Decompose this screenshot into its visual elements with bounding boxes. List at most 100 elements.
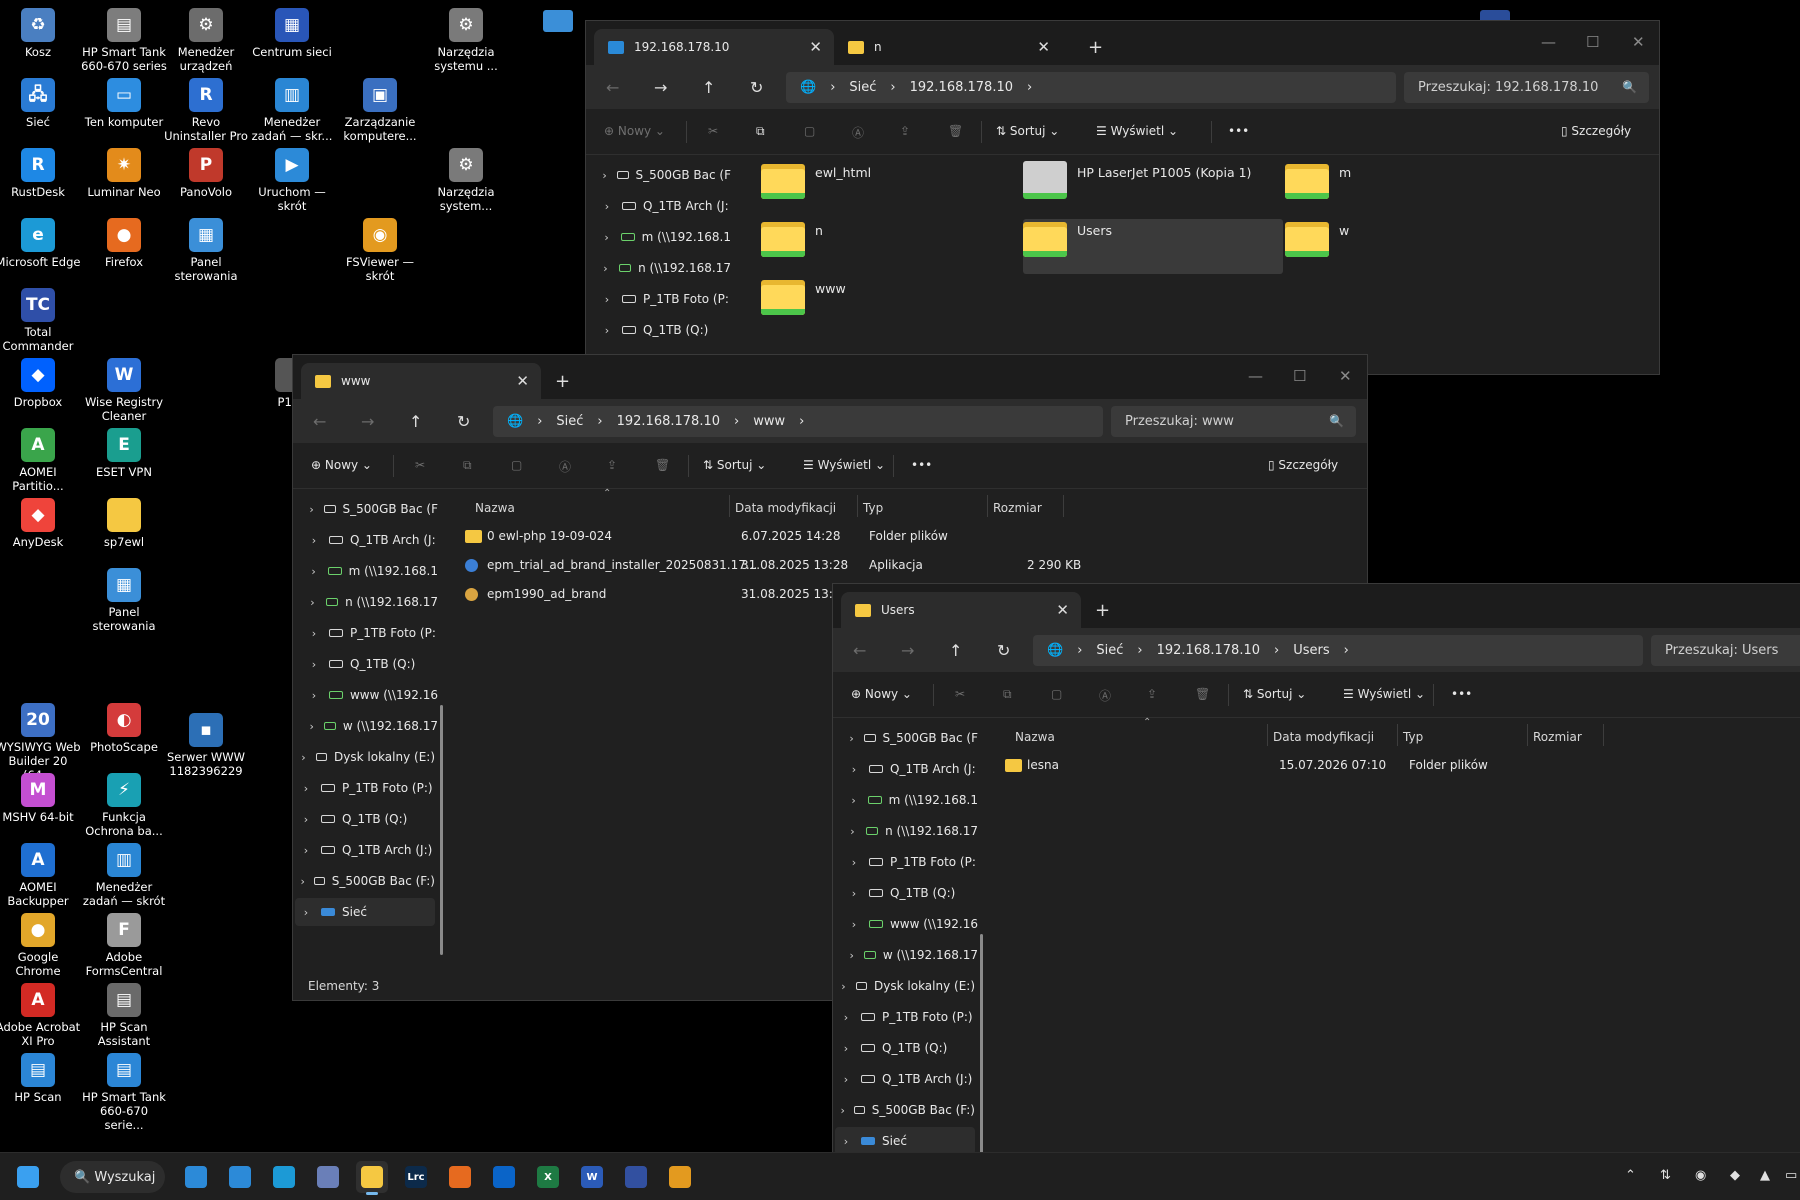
column-header[interactable]: Rozmiar [1533,730,1582,744]
desktop-shortcut[interactable]: ▭ Ten komputer [80,78,168,129]
delete-icon[interactable]: 🗑 [948,124,963,138]
desktop-shortcut[interactable]: sp7ewl [80,498,168,549]
lightroom-icon[interactable]: Lrc [400,1161,432,1193]
new-button[interactable]: ⊕ Nowy ⌄ [851,687,912,701]
outlook-icon[interactable] [488,1161,520,1193]
chevron-right-icon[interactable]: › [835,1042,857,1055]
chevron-right-icon[interactable]: › [596,231,617,244]
nav-item[interactable]: › Q_1TB (Q:) [835,1034,975,1062]
word-icon[interactable]: W [576,1161,608,1193]
tab-www[interactable]: www ✕ [301,363,541,399]
new-button[interactable]: ⊕ Nowy ⌄ [604,124,665,138]
view-button[interactable]: ☰ Wyświetl ⌄ [803,458,885,472]
breadcrumb-item[interactable]: 192.168.178.10 [617,414,720,429]
nav-item[interactable]: › Dysk lokalny (E:) [295,743,435,771]
edge-icon[interactable] [268,1161,300,1193]
firefox-icon[interactable] [444,1161,476,1193]
desktop-shortcut[interactable]: ⚡ Funkcja Ochrona ba... [80,773,168,838]
nav-item[interactable]: › n (\\192.168.17 [303,588,438,616]
desktop-shortcut[interactable]: ◆ Dropbox [0,358,82,409]
column-separator[interactable] [857,495,858,517]
cut-icon[interactable]: ✂ [955,687,965,701]
folder-tile[interactable]: ewl_html [761,161,1021,216]
details-button[interactable]: ▯ Szczegóły [1561,124,1631,138]
tray-app-icon[interactable]: ◉ [1695,1168,1706,1183]
folder-tile[interactable]: Users [1023,219,1283,274]
desktop-shortcut[interactable]: 🖧 Sieć [0,78,82,129]
desktop-shortcut[interactable]: ▤ HP Smart Tank 660-670 serie... [80,1053,168,1132]
more-options-icon[interactable]: ••• [1228,124,1249,138]
desktop-shortcut[interactable]: ▥ Menedżer zadań — skrót [80,843,168,908]
desktop-shortcut[interactable]: ▦ Centrum sieci [248,8,336,59]
chevron-right-icon[interactable]: › [843,732,860,745]
nav-item[interactable]: › Q_1TB Arch (J: [303,526,438,554]
minimize-icon[interactable]: — [1541,33,1556,51]
nav-item[interactable]: › Q_1TB Arch (J: [596,192,731,220]
folder-tile[interactable]: n [761,219,1021,274]
close-window-icon[interactable]: ✕ [1632,33,1645,51]
rename-icon[interactable]: Ⓐ [852,124,864,141]
maximize-icon[interactable]: ☐ [1293,367,1306,385]
back-icon[interactable]: ← [313,412,326,431]
nav-scrollbar[interactable] [440,705,443,955]
more-options-icon[interactable]: ••• [1451,687,1472,701]
desktop-shortcut[interactable]: ▣ Zarządzanie komputere... [336,78,424,143]
tab-n[interactable]: n ✕ [834,29,1062,65]
folder-tile[interactable]: www [761,277,1021,332]
nav-item[interactable]: › www (\\192.16 [303,681,438,709]
desktop-shortcut[interactable]: ▦ Panel sterowania [162,218,250,283]
start-icon[interactable] [12,1161,44,1193]
desktop-shortcut[interactable]: ◐ PhotoScape [80,703,168,754]
desktop-shortcut[interactable]: ▤ HP Scan [0,1053,82,1104]
table-row[interactable]: lesna 15.07.2026 07:10 Folder plików [1005,753,1800,777]
nav-item[interactable]: › w (\\192.168.17 [303,712,439,740]
rename-icon[interactable]: Ⓐ [559,458,571,475]
folder-tile[interactable]: w [1285,219,1545,274]
desktop-shortcut[interactable]: ▦ Panel sterowania [80,568,168,633]
desktop-shortcut[interactable]: e Microsoft Edge [0,218,82,269]
cut-icon[interactable]: ✂ [415,458,425,472]
desktop-shortcut[interactable]: ◉ FSViewer — skrót [336,218,424,283]
cut-icon[interactable]: ✂ [708,124,718,138]
excel-icon[interactable]: X [532,1161,564,1193]
tab-users[interactable]: Users ✕ [841,592,1081,628]
sort-button[interactable]: ⇅ Sortuj ⌄ [996,124,1059,138]
nav-item[interactable]: › P_1TB Foto (P:) [295,774,435,802]
chevron-up-icon[interactable]: ⌃ [1625,1168,1636,1183]
column-header[interactable]: Nazwa [475,501,515,515]
paste-icon[interactable]: ▢ [804,124,815,138]
chevron-right-icon[interactable]: › [835,1073,857,1086]
chevron-right-icon[interactable]: › [843,918,865,931]
nav-item[interactable]: › Q_1TB Arch (J:) [835,1065,975,1093]
save-icon[interactable] [620,1161,652,1193]
up-icon[interactable]: ↑ [702,78,715,97]
column-separator[interactable] [1267,724,1268,746]
close-tab-icon[interactable]: ✕ [1056,601,1069,619]
nav-item[interactable]: › m (\\192.168.1 [596,223,731,251]
desktop-shortcut[interactable]: ● Google Chrome [0,913,82,978]
search-input[interactable]: Przeszukaj: Users [1651,635,1800,666]
nav-item[interactable]: › Q_1TB Arch (J: [843,755,978,783]
chevron-right-icon[interactable]: › [596,324,618,337]
column-separator[interactable] [987,495,988,517]
chevron-right-icon[interactable]: › [843,794,864,807]
nav-item[interactable]: › S_500GB Bac (F [843,724,978,752]
copy-icon[interactable]: ⧉ [1003,687,1012,702]
desktop-shortcut[interactable]: M MSHV 64-bit [0,773,82,824]
delete-icon[interactable]: 🗑 [1195,687,1210,701]
desktop-shortcut[interactable]: R RustDesk [0,148,82,199]
desktop-shortcut[interactable]: ♻ Kosz [0,8,82,59]
desktop-shortcut[interactable]: ▶ Uruchom — skrót [248,148,336,213]
desktop-shortcut[interactable]: A AOMEI Backupper [0,843,82,908]
chevron-right-icon[interactable]: › [835,1104,850,1117]
nav-item[interactable]: › P_1TB Foto (P: [843,848,978,876]
share-icon[interactable]: ⇪ [900,124,910,138]
nav-item[interactable]: › Q_1TB (Q:) [596,316,731,344]
refresh-icon[interactable]: ↻ [457,412,470,431]
address-bar[interactable]: 🌐 › Sieć › 192.168.178.10 › Users › [1033,635,1643,666]
breadcrumb-item[interactable]: Users [1293,643,1329,658]
chevron-right-icon[interactable]: › [303,503,320,516]
back-icon[interactable]: ← [853,641,866,660]
new-tab-icon[interactable]: + [555,371,570,392]
desktop-shortcut[interactable]: ◆ AnyDesk [0,498,82,549]
